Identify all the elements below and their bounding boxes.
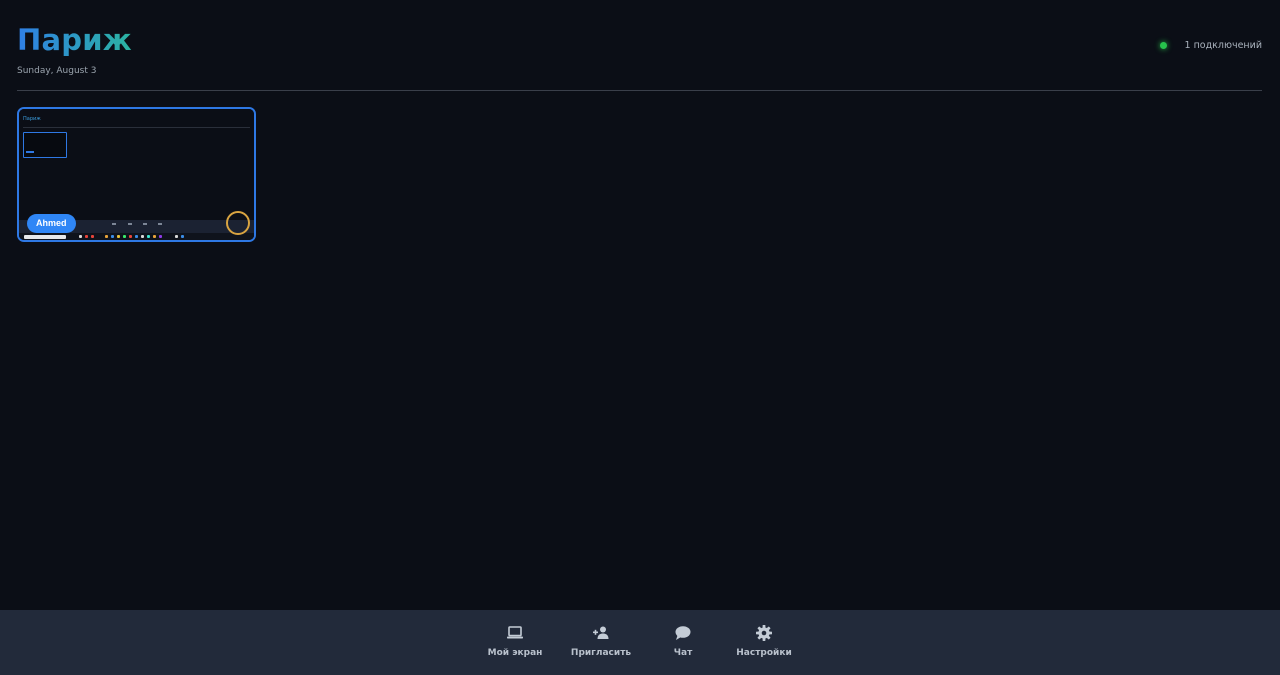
my-screen-label: Мой экран [487,648,543,658]
thumbnail-tile-bar [26,151,34,153]
room-header: Париж Sunday, August 3 1 подключений [17,0,1262,91]
screen-share-tile[interactable]: Париж Ahmed [17,107,256,242]
thumbnail-taskbar-app [117,235,120,238]
invite-button[interactable]: Пригласить [571,624,631,658]
thumbnail-taskbar-search [24,234,66,239]
thumbnail-taskbar [19,233,254,240]
room-title: Париж [17,23,132,57]
my-screen-button[interactable]: Мой экран [488,624,542,658]
thumbnail-taskbar-app [135,235,138,238]
thumbnail-taskbar-app [85,235,88,238]
thumbnail-taskbar-app [181,235,184,238]
chat-bubble-icon [675,626,691,640]
thumbnail-tool [112,223,116,230]
chat-label: Чат [673,648,693,658]
connection-count: 1 подключений [1184,40,1262,51]
thumbnail-taskbar-app [123,235,126,238]
thumbnail-taskbar-app [91,235,94,238]
thumbnail-taskbar-app [159,235,162,238]
thumbnail-taskbar-app [147,235,150,238]
online-status-icon [1159,42,1167,49]
thumbnail-taskbar-app [129,235,132,238]
settings-button[interactable]: Настройки [736,624,792,658]
thumbnail-taskbar-app [141,235,144,238]
participant-name-badge: Ahmed [27,214,76,233]
thumbnail-tool [143,223,147,230]
gear-icon [756,625,772,641]
app-root: Париж Sunday, August 3 1 подключений Пар… [0,0,1280,675]
chat-button[interactable]: Чат [673,624,693,658]
thumbnail-taskbar-app [79,235,82,238]
thumbnail-tool [158,223,162,230]
room-date: Sunday, August 3 [17,66,97,76]
invite-label: Пригласить [570,648,632,658]
user-plus-icon [593,626,609,639]
thumbnail-taskbar-app [175,235,178,238]
thumbnail-taskbar-app [105,235,108,238]
thumbnail-title: Париж [23,116,41,122]
thumbnail-tile [23,132,67,158]
laptop-icon [507,626,523,639]
settings-label: Настройки [736,648,792,658]
bottom-toolbar: Мой экран Пригласить Чат Настройки [0,610,1280,675]
thumbnail-tool [128,223,132,230]
connection-status: 1 подключений [1159,40,1262,51]
speaking-indicator-icon [226,211,250,235]
thumbnail-taskbar-app [111,235,114,238]
thumbnail-taskbar-app [153,235,156,238]
thumbnail-divider [23,127,250,128]
